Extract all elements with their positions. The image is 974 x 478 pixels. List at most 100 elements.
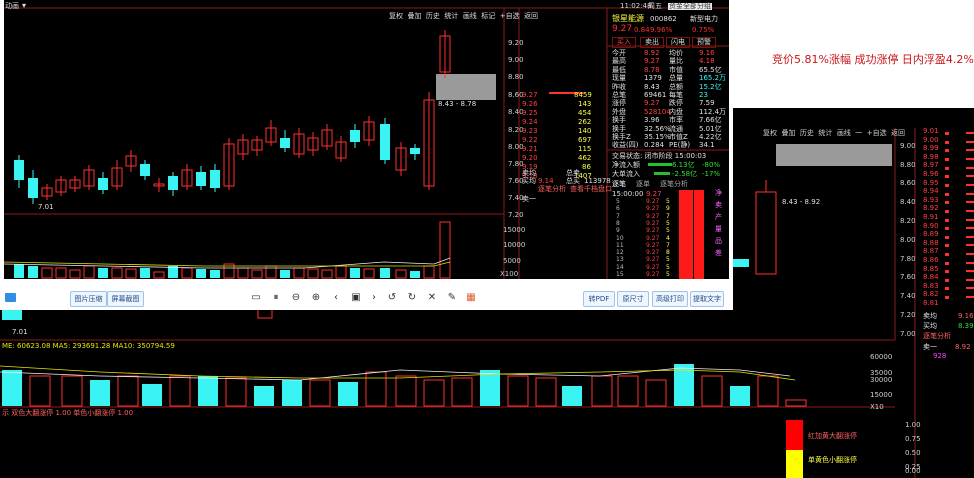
bg-axis-label: 9.00 [900, 142, 916, 150]
pause-icon[interactable]: ⏸ [270, 292, 282, 304]
bg-vol-axis-label: 30000 [870, 376, 893, 384]
tick-row-index: 9 [616, 227, 620, 235]
tick-row-volume: 5 [666, 256, 670, 264]
window-control-0: 11:02:48 [620, 2, 652, 10]
book-extra-5: 113978 [584, 177, 611, 185]
info-value: 9.27 [644, 99, 660, 108]
window-control-4[interactable]: 分组 [696, 3, 712, 10]
tick-row-price: 9.27 [646, 198, 660, 205]
info-label: 总额 [669, 82, 683, 91]
bg-right-label-2[interactable]: 逐笔分析 [923, 333, 951, 340]
bg-price-label: 8.94 [923, 187, 939, 196]
zoom-in-icon[interactable]: ⊕ [310, 292, 322, 304]
win-volume-bar [237, 267, 249, 279]
bg-book-mark [966, 158, 974, 160]
note-text: 竞价5.81%涨幅 成功涨停 日内浮盈4.2% [772, 53, 974, 66]
print-button[interactable]: 高级打印 [652, 291, 688, 307]
prev-icon[interactable]: ‹ [330, 292, 342, 304]
window-low-label: 7.01 [38, 203, 54, 211]
book-link-depth[interactable]: 查看千档盘口 [570, 186, 612, 193]
zoom-out-icon[interactable]: ⊖ [290, 292, 302, 304]
book-price: 9.21 [522, 145, 538, 153]
action-button-2[interactable]: 闪电 [666, 37, 690, 48]
dropdown-icon[interactable]: ▾ [22, 2, 26, 10]
win-volume-bar [14, 264, 24, 278]
bg-book-mark [966, 219, 974, 221]
bg-price-label: 8.86 [923, 256, 939, 264]
bg-volume-bar [480, 370, 500, 406]
apps-icon[interactable]: ▦ [465, 292, 477, 304]
action-button-3[interactable]: 预警 [692, 37, 716, 48]
stock-extra: 0.75% [692, 26, 715, 34]
bg-book-mark [945, 227, 949, 230]
folder-icon[interactable] [5, 293, 16, 302]
info-label: 量比 [669, 57, 683, 66]
tick-row-price: 9.27 [646, 256, 660, 264]
bg-candle [733, 259, 749, 267]
bg-ind-axis-label: 0.50 [905, 449, 921, 457]
bg-book-mark [945, 184, 949, 187]
win-volume-bar [55, 267, 67, 279]
delete-icon[interactable]: ✕ [426, 292, 438, 304]
bg-volume-bar [365, 371, 387, 407]
tick-row-index: 10 [616, 234, 624, 242]
info-value: 9.27 [644, 57, 660, 66]
trade-status: 交易状态: 闭市阶段 15:00:03 [612, 152, 707, 160]
rotate-right-icon[interactable]: ↻ [406, 292, 418, 304]
monitor-icon[interactable]: ▭ [250, 292, 262, 304]
book-extra-3: 9.14 [538, 177, 554, 185]
book-volume: 115 [578, 145, 592, 153]
screenshot-button[interactable]: 屏幕截图 [107, 291, 144, 307]
image-compress-button[interactable]: 图片压缩 [70, 291, 107, 307]
flow-amount: -2.58亿 [672, 170, 698, 178]
tick-row-price: 9.27 [646, 234, 660, 242]
flow-tab-2[interactable]: 逐笔分析 [660, 181, 688, 188]
extract-text-button[interactable]: 提取文字 [690, 291, 724, 307]
tick-row-price: 9.27 [646, 249, 660, 257]
next-icon[interactable]: › [368, 292, 380, 304]
tick-row-volume: 5 [666, 263, 670, 271]
legend-red-swatch [786, 420, 803, 450]
book-volume: 454 [578, 109, 592, 117]
action-button-0[interactable]: 买入 [612, 37, 636, 48]
info-label: 流通 [669, 124, 683, 133]
flow-tab-0[interactable]: 逐笔 [612, 181, 626, 188]
win-volume-bar [69, 269, 81, 279]
book-extra-0: 卖均 [522, 169, 536, 177]
bg-volume-bar [617, 375, 639, 407]
info-label: 换手Z [612, 133, 631, 141]
win-vol-axis-label: 10000 [503, 241, 526, 249]
tick-row-price: 9.27 [646, 205, 660, 213]
to-pdf-button[interactable]: 转PDF [583, 291, 615, 307]
bg-volume-bar [785, 399, 807, 407]
win-candle [14, 160, 24, 180]
bg-vol-axis-label: 60000 [870, 353, 893, 361]
bg-book-mark [966, 141, 974, 143]
info-label: 现量 [612, 74, 626, 83]
win-volume-bar [307, 268, 319, 279]
info-value: 165.2万 [699, 74, 727, 83]
book-price: 9.22 [522, 136, 538, 144]
window-x100: X100 [500, 270, 519, 278]
tick-row-index: 6 [616, 205, 620, 213]
edit-icon[interactable]: ✎ [446, 292, 458, 304]
legend-yellow-swatch [786, 450, 803, 478]
bg-ind-axis-label: 0.75 [905, 435, 921, 443]
rotate-left-icon[interactable]: ↺ [386, 292, 398, 304]
stock-pct: 9.96% [650, 26, 673, 34]
action-button-1[interactable]: 卖出 [640, 37, 664, 48]
original-size-button[interactable]: 原尺寸 [617, 291, 649, 307]
bg-right-value-2: 8.92 [955, 343, 971, 351]
image-icon[interactable]: ▣ [350, 292, 362, 304]
flow-bar [648, 163, 672, 166]
tick-row-volume: 7 [666, 241, 670, 249]
bg-toolbar[interactable]: 复权 叠加 历史 统计 画线 一 +自选 返回 [763, 130, 905, 137]
book-link-analysis[interactable]: 逐笔分析 [538, 186, 566, 193]
bg-volume-bar [395, 375, 417, 407]
win-candle [98, 178, 108, 190]
bg-low-label: 7.01 [12, 328, 28, 336]
info-label: 换手 [612, 124, 626, 133]
window-chart-toolbar[interactable]: 复权 叠加 历史 统计 画线 标记 +自选 返回 [389, 13, 538, 20]
flow-tab-1[interactable]: 逐单 [636, 181, 650, 188]
info-value: 5.01亿 [699, 124, 722, 133]
